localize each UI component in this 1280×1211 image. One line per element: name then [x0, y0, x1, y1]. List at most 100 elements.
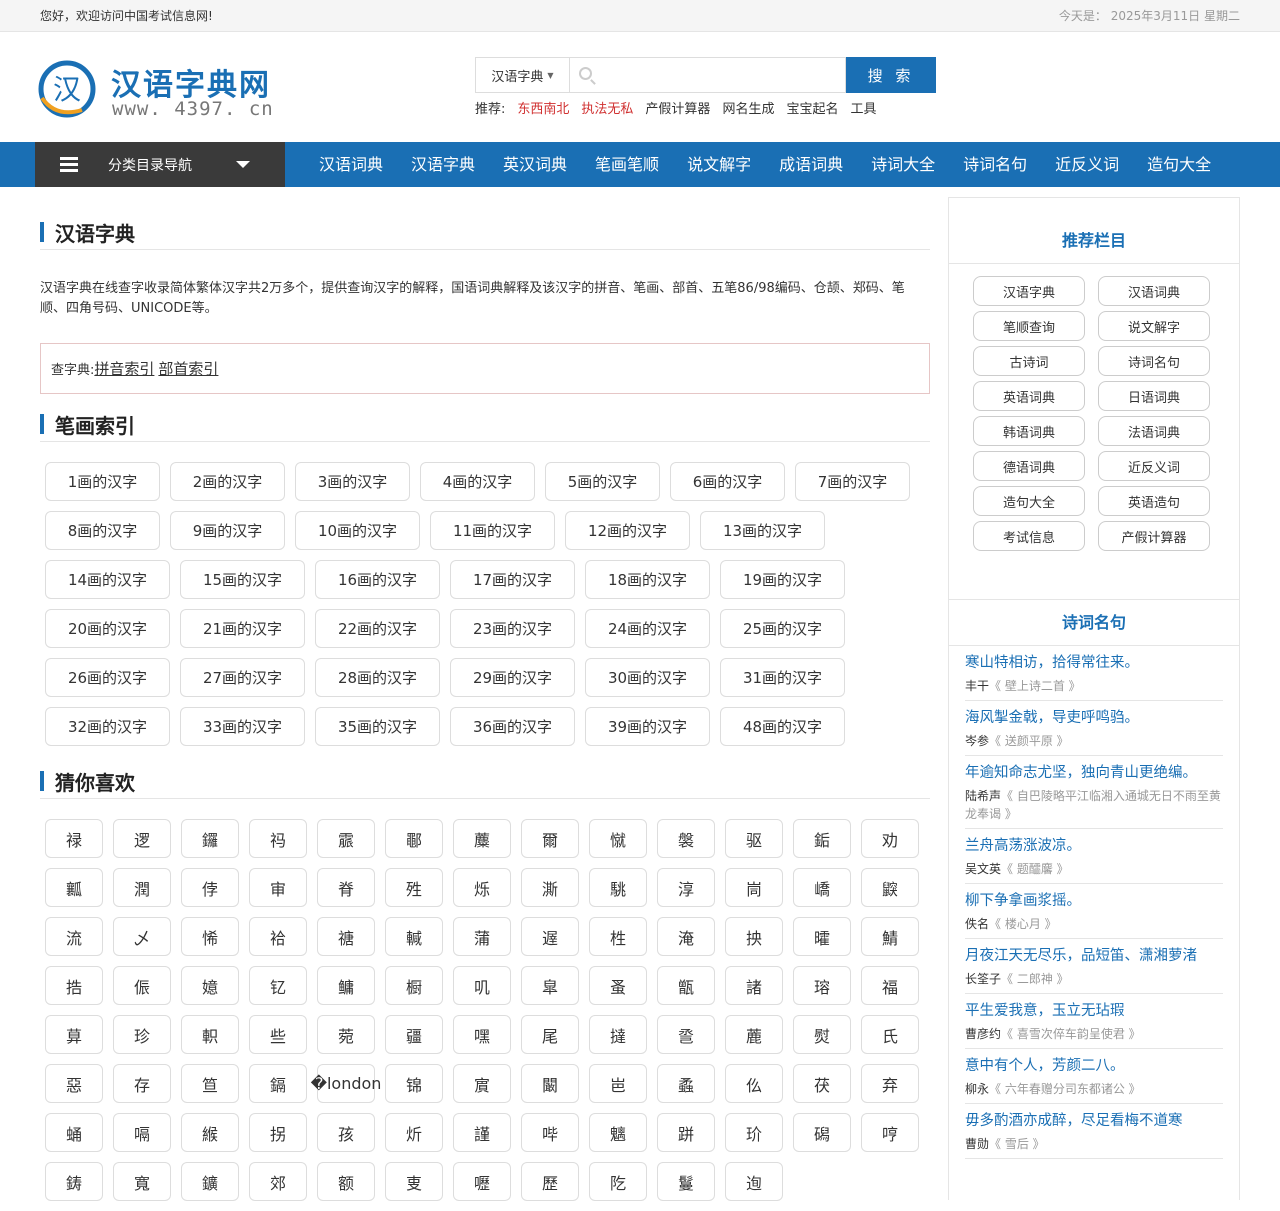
stroke-index-button[interactable]: 5画的汉字	[545, 462, 660, 501]
sidebar-recommend-item[interactable]: 近反义词	[1098, 451, 1210, 481]
nav-link[interactable]: 汉语字典	[397, 142, 489, 187]
guess-char-button[interactable]: 淳	[657, 868, 715, 907]
guess-char-button[interactable]: 鑛	[181, 1162, 239, 1201]
guess-char-button[interactable]: 鼵	[861, 868, 919, 907]
guess-char-button[interactable]: 緱	[181, 1113, 239, 1152]
guess-char-button[interactable]: 淹	[657, 917, 715, 956]
guess-char-button[interactable]: 峝	[725, 868, 783, 907]
guess-char-button[interactable]: 鋳	[45, 1162, 103, 1201]
guess-char-button[interactable]: 悕	[181, 917, 239, 956]
recommend-link[interactable]: 工具	[850, 98, 876, 117]
nav-link[interactable]: 诗词名句	[949, 142, 1041, 187]
sidebar-recommend-item[interactable]: 日语词典	[1098, 381, 1210, 411]
stroke-index-button[interactable]: 12画的汉字	[565, 511, 690, 550]
guess-char-button[interactable]: 侲	[113, 966, 171, 1005]
guess-char-button[interactable]: 乄	[113, 917, 171, 956]
stroke-index-button[interactable]: 21画的汉字	[180, 609, 305, 648]
recommend-hot-link[interactable]: 执法无私	[581, 98, 633, 117]
guess-char-button[interactable]: 皐	[521, 966, 579, 1005]
recommend-link[interactable]: 网名生成	[722, 98, 774, 117]
stroke-index-button[interactable]: 22画的汉字	[315, 609, 440, 648]
guess-char-button[interactable]: 尾	[521, 1015, 579, 1054]
guess-char-button[interactable]: 禄	[45, 819, 103, 858]
guess-char-button[interactable]: 賔	[453, 1064, 511, 1103]
guess-char-button[interactable]: 存	[113, 1064, 171, 1103]
poem-work-link[interactable]: 《 喜雪次倅车韵呈使君 》	[1001, 1027, 1141, 1041]
sidebar-recommend-item[interactable]: 韩语词典	[973, 416, 1085, 446]
sidebar-recommend-item[interactable]: 古诗词	[973, 346, 1085, 376]
stroke-index-button[interactable]: 4画的汉字	[420, 462, 535, 501]
guess-char-button[interactable]: 额	[317, 1162, 375, 1201]
guess-char-button[interactable]: 瑢	[793, 966, 851, 1005]
guess-char-button[interactable]: 锦	[385, 1064, 443, 1103]
guess-char-button[interactable]: 魑	[589, 1113, 647, 1152]
guess-char-button[interactable]: 嚦	[453, 1162, 511, 1201]
stroke-index-button[interactable]: 9画的汉字	[170, 511, 285, 550]
guess-char-button[interactable]: 跰	[657, 1113, 715, 1152]
stroke-index-button[interactable]: 30画的汉字	[585, 658, 710, 697]
poem-work-link[interactable]: 《 自巴陵略平江临湘入通城无日不雨至黄龙奉谒 》	[965, 789, 1221, 821]
stroke-index-button[interactable]: 17画的汉字	[450, 560, 575, 599]
poem-work-link[interactable]: 《 送颜平原 》	[989, 734, 1069, 748]
guess-char-button[interactable]: 鄳	[385, 819, 443, 858]
stroke-index-button[interactable]: 31画的汉字	[720, 658, 845, 697]
sidebar-recommend-item[interactable]: 汉语词典	[1098, 276, 1210, 306]
sidebar-recommend-item[interactable]: 英语造句	[1098, 486, 1210, 516]
recommend-hot-link[interactable]: 东西南北	[517, 98, 569, 117]
guess-char-button[interactable]: 驱	[725, 819, 783, 858]
sidebar-recommend-item[interactable]: 法语词典	[1098, 416, 1210, 446]
guess-char-button[interactable]: 霢	[317, 819, 375, 858]
guess-char-button[interactable]: 嶠	[793, 868, 851, 907]
stroke-index-button[interactable]: 1画的汉字	[45, 462, 160, 501]
stroke-index-button[interactable]: 2画的汉字	[170, 462, 285, 501]
guess-char-button[interactable]: 捁	[45, 966, 103, 1005]
nav-link[interactable]: 诗词大全	[857, 142, 949, 187]
nav-link[interactable]: 汉语词典	[305, 142, 397, 187]
guess-char-button[interactable]: 仫	[725, 1064, 783, 1103]
stroke-index-button[interactable]: 14画的汉字	[45, 560, 170, 599]
poem-line-link[interactable]: 月夜江天无尽乐，品短笛、潇湘萝渚	[965, 945, 1223, 967]
poem-work-link[interactable]: 《 六年春赠分司东都诸公 》	[989, 1082, 1141, 1096]
guess-char-button[interactable]: 孩	[317, 1113, 375, 1152]
guess-char-button[interactable]: 撻	[589, 1015, 647, 1054]
guess-char-button[interactable]: 笪	[181, 1064, 239, 1103]
guess-char-button[interactable]: 钇	[249, 966, 307, 1005]
stroke-index-button[interactable]: 26画的汉字	[45, 658, 170, 697]
poem-work-link[interactable]: 《 二郎神 》	[1001, 972, 1069, 986]
guess-char-button[interactable]: 审	[249, 868, 307, 907]
sidebar-recommend-item[interactable]: 笔顺查询	[973, 311, 1085, 341]
sidebar-recommend-item[interactable]: 汉语字典	[973, 276, 1085, 306]
sidebar-recommend-item[interactable]: 诗词名句	[1098, 346, 1210, 376]
guess-char-button[interactable]: 祃	[249, 819, 307, 858]
search-category-select[interactable]: 汉语字典 ▼	[475, 57, 569, 93]
guess-char-button[interactable]: 闞	[521, 1064, 579, 1103]
sidebar-recommend-item[interactable]: 造句大全	[973, 486, 1085, 516]
guess-char-button[interactable]: 弃	[861, 1064, 919, 1103]
poem-work-link[interactable]: 《 壁上诗二首 》	[989, 679, 1081, 693]
guess-char-button[interactable]: 叽	[453, 966, 511, 1005]
guess-char-button[interactable]: 銗	[793, 819, 851, 858]
stroke-index-button[interactable]: 8画的汉字	[45, 511, 160, 550]
guess-char-button[interactable]: 福	[861, 966, 919, 1005]
stroke-index-button[interactable]: 7画的汉字	[795, 462, 910, 501]
stroke-index-button[interactable]: 35画的汉字	[315, 707, 440, 746]
guess-char-button[interactable]: 哔	[521, 1113, 579, 1152]
sidebar-recommend-item[interactable]: 说文解字	[1098, 311, 1210, 341]
sidebar-recommend-item[interactable]: 产假计算器	[1098, 521, 1210, 551]
radical-index-link[interactable]: 部首索引	[158, 358, 218, 379]
guess-char-button[interactable]: 烁	[453, 868, 511, 907]
stroke-index-button[interactable]: 19画的汉字	[720, 560, 845, 599]
guess-char-button[interactable]: 寬	[113, 1162, 171, 1201]
category-menu-button[interactable]: 分类目录导航	[35, 142, 285, 187]
stroke-index-button[interactable]: 32画的汉字	[45, 707, 170, 746]
recommend-link[interactable]: 宝宝起名	[786, 98, 838, 117]
guess-char-button[interactable]: 駣	[589, 868, 647, 907]
poem-line-link[interactable]: 年逾知命志尤坚，独向青山更绝编。	[965, 762, 1223, 784]
nav-link[interactable]: 造句大全	[1133, 142, 1225, 187]
sidebar-recommend-item[interactable]: 德语词典	[973, 451, 1085, 481]
guess-char-button[interactable]: 殅	[385, 868, 443, 907]
stroke-index-button[interactable]: 39画的汉字	[585, 707, 710, 746]
guess-char-button[interactable]: 惡	[45, 1064, 103, 1103]
guess-char-button[interactable]: 遟	[521, 917, 579, 956]
stroke-index-button[interactable]: 13画的汉字	[700, 511, 825, 550]
